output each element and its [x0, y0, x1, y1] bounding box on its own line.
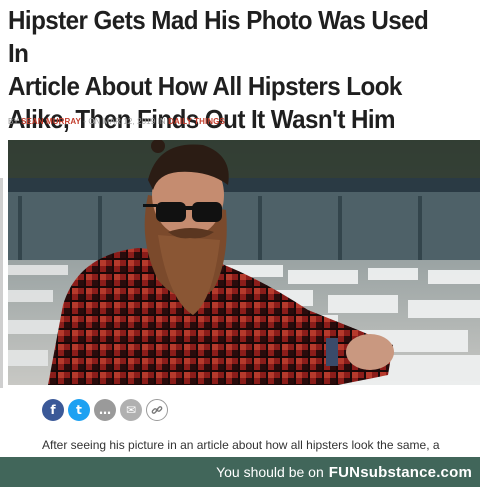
- twitter-icon: t: [76, 403, 82, 417]
- link-share-button[interactable]: [146, 399, 168, 421]
- footer-text: You should be on: [216, 464, 324, 480]
- footer-brand: FUNsubstance.com: [328, 463, 472, 481]
- facebook-share-button[interactable]: f: [42, 399, 64, 421]
- watermark-footer: You should be on FUNsubstance.com: [0, 457, 480, 487]
- article-byline: BY SEAN MURRAY - ON MAR 12, 2019 IN DAIL…: [8, 117, 225, 126]
- comment-share-button[interactable]: …: [94, 399, 116, 421]
- share-bar: f t … ✉: [42, 399, 168, 423]
- headline-line: Article About How All Hipsters Look: [8, 71, 402, 101]
- bearded-man-photo: [8, 140, 480, 385]
- email-icon: ✉: [125, 403, 137, 417]
- email-share-button[interactable]: ✉: [120, 399, 142, 421]
- author-link[interactable]: SEAN MURRAY: [21, 117, 81, 126]
- byline-prefix: BY: [8, 117, 19, 126]
- headline-line: Hipster Gets Mad His Photo Was Used In: [8, 5, 429, 68]
- left-divider: [0, 178, 3, 388]
- link-icon: [151, 406, 163, 414]
- article-photo: [8, 140, 480, 385]
- facebook-icon: f: [50, 403, 56, 417]
- comment-icon: …: [99, 403, 111, 417]
- article-body-snippet: After seeing his picture in an article a…: [42, 438, 440, 452]
- category-link[interactable]: DAILY THINGS: [168, 117, 225, 126]
- twitter-share-button[interactable]: t: [68, 399, 90, 421]
- byline-date: - ON MAR 12, 2019 IN: [83, 117, 166, 126]
